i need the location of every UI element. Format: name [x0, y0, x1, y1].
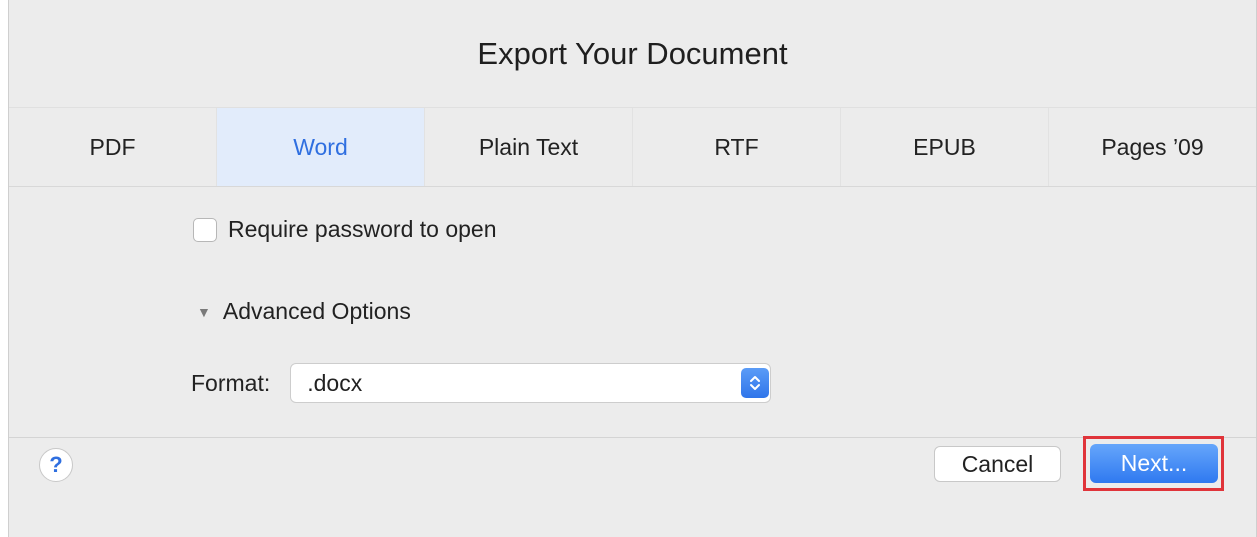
tab-pdf[interactable]: PDF — [9, 108, 217, 186]
tab-word[interactable]: Word — [217, 108, 425, 186]
format-tabs: PDF Word Plain Text RTF EPUB Pages ’09 — [9, 107, 1256, 187]
format-select-value: .docx — [307, 369, 363, 396]
tab-epub[interactable]: EPUB — [841, 108, 1049, 186]
format-row: Format: .docx — [191, 363, 772, 403]
help-icon[interactable]: ? — [39, 448, 73, 482]
advanced-options-label: Advanced Options — [222, 298, 411, 324]
require-password-checkbox[interactable] — [193, 217, 217, 242]
cancel-button[interactable]: Cancel — [934, 446, 1061, 482]
tab-rtf[interactable]: RTF — [633, 108, 841, 186]
format-label: Format: — [191, 369, 271, 396]
require-password-label: Require password to open — [228, 216, 497, 242]
dialog-title: Export Your Document — [477, 35, 788, 71]
footer-divider — [9, 437, 1256, 438]
advanced-options-toggle[interactable]: ▼ Advanced Options — [197, 298, 411, 325]
tab-plain-text[interactable]: Plain Text — [425, 108, 633, 186]
select-stepper-icon — [741, 368, 770, 398]
format-select[interactable]: .docx — [290, 363, 772, 403]
disclosure-triangle-icon: ▼ — [197, 303, 211, 320]
tab-pages-09[interactable]: Pages ’09 — [1049, 108, 1256, 186]
next-button[interactable]: Next... — [1090, 444, 1218, 483]
export-dialog: Export Your Document PDF Word Plain Text… — [8, 0, 1257, 537]
password-row: Require password to open — [193, 216, 497, 243]
